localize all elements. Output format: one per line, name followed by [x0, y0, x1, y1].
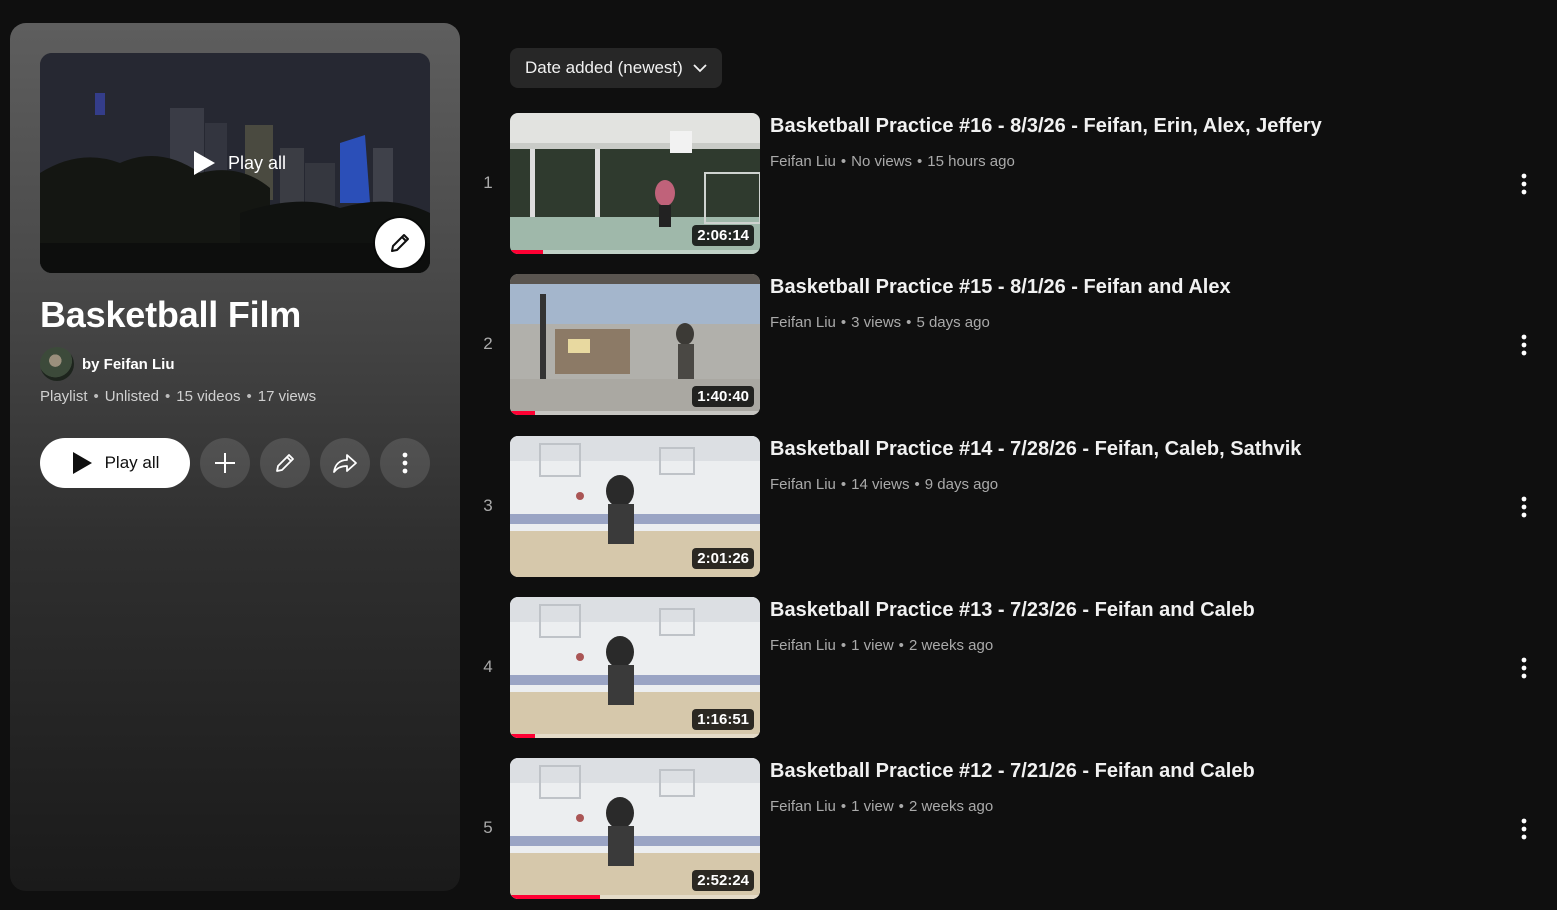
playlist-title: Basketball Film — [40, 294, 302, 335]
sort-label: Date added (newest) — [525, 58, 683, 77]
video-age: 15 hours ago — [927, 153, 1015, 170]
video-thumbnail[interactable]: 1:16:51 — [510, 597, 760, 738]
video-row[interactable]: 4 1:16:51 Basketball Practice #13 - 7/23… — [470, 597, 1550, 739]
more-vert-icon — [402, 452, 408, 474]
video-views: 1 view — [851, 637, 894, 654]
video-thumbnail[interactable]: 2:06:14 — [510, 113, 760, 254]
video-channel[interactable]: Feifan Liu — [770, 798, 836, 815]
video-row[interactable]: 5 2:52:24 Basketball Practice #12 - 7/21… — [470, 758, 1550, 900]
playlist-meta: Playlist • Unlisted • 15 videos • 17 views — [40, 388, 317, 405]
video-channel[interactable]: Feifan Liu — [770, 153, 836, 170]
more-vert-icon — [1521, 334, 1527, 356]
video-channel[interactable]: Feifan Liu — [770, 476, 836, 493]
playlist-actions: Play all — [40, 438, 430, 488]
play-all-button[interactable]: Play all — [40, 438, 190, 488]
more-vert-icon — [1521, 173, 1527, 195]
video-views: No views — [851, 153, 912, 170]
cover-play-all-label: Play all — [228, 152, 287, 173]
meta-view-count: 17 views — [257, 388, 317, 405]
plus-icon — [215, 453, 235, 473]
more-actions-button[interactable] — [380, 438, 430, 488]
video-row[interactable]: 1 2:06:14 Basketball Practice #16 - 8/3/… — [470, 113, 1550, 255]
video-index: 2 — [483, 334, 493, 353]
playlist-header-panel: Play all Basketball Film by Feifan Liu P… — [10, 23, 460, 891]
video-duration: 2:06:14 — [692, 225, 754, 246]
edit-thumbnail-button[interactable] — [375, 218, 425, 268]
video-thumbnail[interactable]: 1:40:40 — [510, 274, 760, 415]
video-views: 1 view — [851, 798, 894, 815]
video-row[interactable]: 3 2:01:26 Basketball Practice #14 - 7/28… — [470, 436, 1550, 578]
watch-progress-track — [510, 734, 760, 738]
video-age: 2 weeks ago — [908, 637, 994, 654]
video-duration: 2:52:24 — [692, 870, 754, 891]
video-meta: Feifan Liu • 3 views • 5 days ago — [770, 314, 990, 331]
video-index: 3 — [483, 496, 493, 515]
video-meta: Feifan Liu • 1 view • 2 weeks ago — [770, 798, 994, 815]
video-title[interactable]: Basketball Practice #13 - 7/23/26 - Feif… — [770, 599, 1255, 622]
avatar[interactable] — [40, 347, 74, 381]
video-duration: 2:01:26 — [692, 548, 754, 569]
cover-play-all-button[interactable]: Play all — [192, 150, 286, 176]
video-duration: 1:16:51 — [692, 709, 754, 730]
play-icon — [72, 452, 92, 474]
video-title[interactable]: Basketball Practice #16 - 8/3/26 - Feifa… — [770, 115, 1322, 138]
video-thumbnail[interactable]: 2:01:26 — [510, 436, 760, 577]
watch-progress-bar — [510, 734, 535, 738]
watch-progress-bar — [510, 250, 543, 254]
video-channel[interactable]: Feifan Liu — [770, 314, 836, 331]
meta-type: Playlist — [40, 388, 88, 405]
video-index: 5 — [483, 818, 493, 837]
video-channel[interactable]: Feifan Liu — [770, 637, 836, 654]
video-views: 3 views — [851, 314, 902, 331]
play-all-label: Play all — [104, 453, 160, 472]
meta-privacy[interactable]: Unlisted — [105, 388, 159, 405]
video-meta: Feifan Liu • 1 view • 2 weeks ago — [770, 637, 994, 654]
video-age: 5 days ago — [916, 314, 990, 331]
video-index: 4 — [483, 657, 493, 676]
video-age: 9 days ago — [924, 476, 999, 493]
video-views: 14 views — [851, 476, 910, 493]
chevron-down-icon — [693, 64, 707, 73]
pencil-icon — [276, 454, 294, 472]
meta-video-count: 15 videos — [176, 388, 241, 405]
watch-progress-track — [510, 411, 760, 415]
video-more-button[interactable] — [1508, 491, 1540, 523]
more-vert-icon — [1521, 657, 1527, 679]
video-duration: 1:40:40 — [692, 386, 754, 407]
video-index: 1 — [483, 173, 493, 192]
playlist-owner[interactable]: by Feifan Liu — [40, 347, 175, 381]
owner-name[interactable]: by Feifan Liu — [82, 356, 175, 373]
more-vert-icon — [1521, 496, 1527, 518]
video-title[interactable]: Basketball Practice #12 - 7/21/26 - Feif… — [770, 760, 1255, 783]
video-more-button[interactable] — [1508, 329, 1540, 361]
share-icon — [333, 454, 357, 473]
pencil-icon — [391, 234, 409, 252]
video-meta: Feifan Liu • No views • 15 hours ago — [770, 153, 1015, 170]
video-age: 2 weeks ago — [908, 798, 994, 815]
video-title[interactable]: Basketball Practice #14 - 7/28/26 - Feif… — [770, 438, 1301, 461]
watch-progress-bar — [510, 895, 600, 899]
edit-playlist-button[interactable] — [260, 438, 310, 488]
playlist-cover-thumbnail[interactable]: Play all — [40, 53, 430, 273]
watch-progress-bar — [510, 411, 535, 415]
watch-progress-track — [510, 250, 760, 254]
video-title[interactable]: Basketball Practice #15 - 8/1/26 - Feifa… — [770, 276, 1231, 299]
video-more-button[interactable] — [1508, 168, 1540, 200]
video-more-button[interactable] — [1508, 652, 1540, 684]
video-meta: Feifan Liu • 14 views • 9 days ago — [770, 476, 999, 493]
add-to-queue-button[interactable] — [200, 438, 250, 488]
video-row[interactable]: 2 1:40:40 Basketball Practice #15 - 8/1/… — [470, 274, 1550, 416]
video-more-button[interactable] — [1508, 813, 1540, 845]
play-icon — [194, 151, 215, 175]
video-thumbnail[interactable]: 2:52:24 — [510, 758, 760, 899]
more-vert-icon — [1521, 818, 1527, 840]
sort-dropdown[interactable]: Date added (newest) — [510, 48, 722, 88]
share-button[interactable] — [320, 438, 370, 488]
